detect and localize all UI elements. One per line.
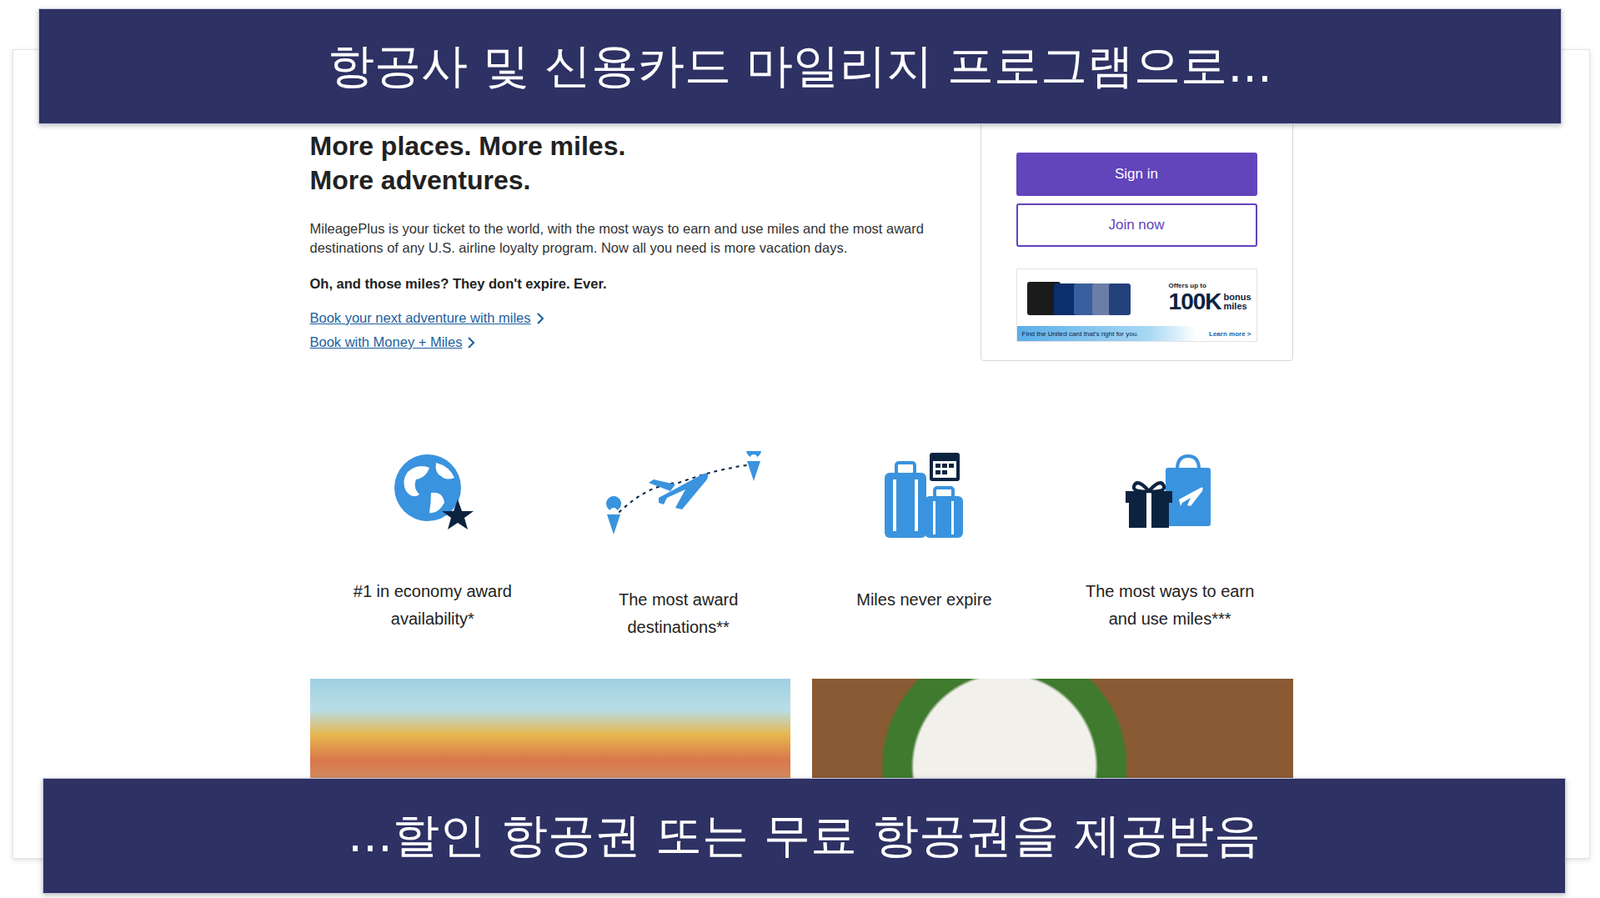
- account-card: Sign in Join now Offers up to100Kbonusmile…: [980, 95, 1294, 362]
- chevron-right-icon: [466, 336, 476, 349]
- offer-row: 100Kbonusmiles: [1168, 289, 1252, 315]
- hero-description: MileagePlus is your ticket to the world,…: [310, 219, 944, 258]
- screenshot-frame: More places. More miles.More adventures.…: [12, 49, 1590, 859]
- feature-item: Miles never expire: [801, 451, 1048, 642]
- caption-banner: 항공사 및 신용카드 마일리지 프로그램으로...: [38, 8, 1562, 125]
- promo-offer: Offers up to100Kbonusmiles: [1168, 281, 1252, 315]
- feature-label: #1 in economy award availability*: [332, 577, 533, 633]
- link-list: Book your next adventure with miles Book …: [310, 310, 944, 351]
- hero-title: More adventures.: [310, 163, 944, 198]
- feature-row: #1 in economy award availability* The mos…: [310, 451, 1294, 642]
- gift-and-bag-icon: [1123, 451, 1216, 535]
- offer-amount: 100K: [1168, 289, 1222, 315]
- join-button[interactable]: Join now: [1016, 203, 1258, 247]
- content: More places. More miles.More adventures.…: [310, 95, 1294, 804]
- feature-label: The most ways to earn and use miles***: [1069, 577, 1270, 633]
- feature-item: The most award destinations**: [555, 451, 802, 642]
- feature-label: The most award destinations**: [578, 586, 779, 642]
- hero-text: More places. More miles.More adventures.…: [310, 95, 944, 351]
- feature-label: Miles never expire: [856, 586, 992, 614]
- book-link[interactable]: Book your next adventure with miles: [310, 310, 545, 327]
- offer-units: bonusmiles: [1223, 292, 1252, 311]
- hero-row: More places. More miles.More adventures.…: [310, 95, 1294, 362]
- plane-route-icon: [595, 451, 763, 543]
- caption-banner: ...할인 항공권 또는 무료 항공권을 제공받음: [42, 777, 1566, 894]
- page: More places. More miles.More adventures.…: [0, 0, 1600, 898]
- card-promo[interactable]: Offers up to100Kbonusmiles Find the Unite…: [1016, 268, 1258, 342]
- luggage-icon: [877, 451, 970, 543]
- globe-icon: [391, 451, 475, 535]
- feature-item: The most ways to earn and use miles***: [1047, 451, 1294, 642]
- caption-text: ...할인 항공권 또는 무료 항공권을 제공받음: [347, 804, 1260, 868]
- promo-strip: Find the United card that's right for yo…: [1017, 326, 1257, 342]
- offer-label: Offers up to: [1168, 281, 1207, 290]
- hero-title: More places. More miles.: [310, 129, 944, 164]
- book-link[interactable]: Book with Money + Miles: [310, 334, 477, 351]
- caption-text: 항공사 및 신용카드 마일리지 프로그램으로...: [327, 35, 1273, 99]
- sign-in-button[interactable]: Sign in: [1016, 152, 1258, 196]
- feature-item: #1 in economy award availability*: [310, 451, 557, 642]
- credit-cards-icon: [1025, 276, 1134, 319]
- learn-more-link[interactable]: Learn more >: [1208, 330, 1251, 338]
- hero-note: Oh, and those miles? They don't expire. …: [310, 275, 944, 292]
- promo-top: Offers up to100Kbonusmiles: [1017, 269, 1257, 327]
- promo-tagline: Find the United card that's right for yo…: [1022, 330, 1139, 338]
- chevron-right-icon: [536, 312, 545, 325]
